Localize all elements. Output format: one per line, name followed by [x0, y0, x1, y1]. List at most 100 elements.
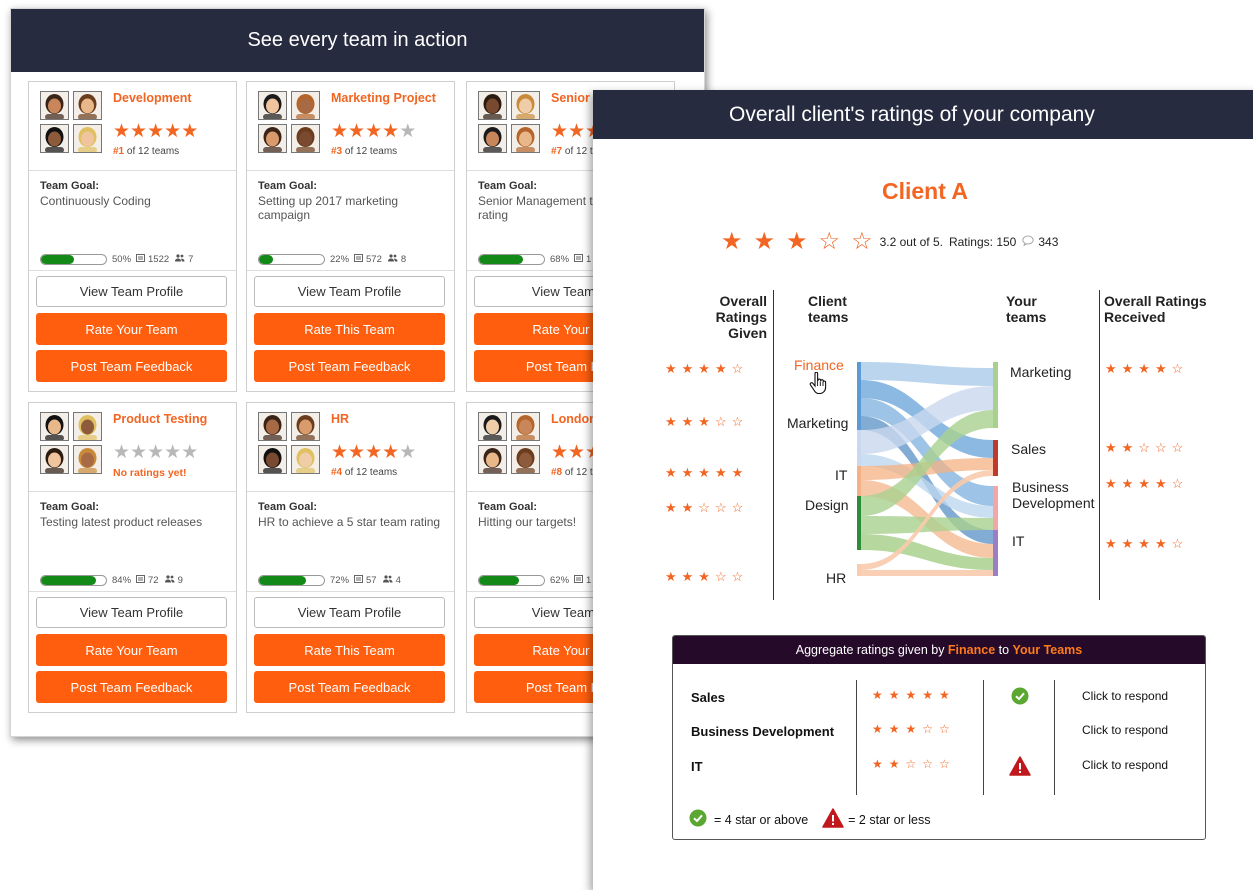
- star-icon: ★: [382, 121, 400, 142]
- star-icon: ★: [348, 121, 366, 142]
- client-team-marketing[interactable]: Marketing: [787, 415, 848, 431]
- star-empty-icon: ★: [164, 442, 182, 463]
- progress-percent: 50%: [112, 254, 132, 265]
- check-circle-icon: [689, 809, 707, 830]
- node-your-bizdev: [993, 486, 998, 530]
- aggregate-row: Business Development ★★★☆☆ Click to resp…: [673, 722, 1205, 752]
- aggregate-header: Aggregate ratings given by Finance to Yo…: [673, 636, 1205, 664]
- divider-line: [29, 270, 236, 271]
- col-header-client-teams: Client teams: [808, 293, 849, 325]
- node-your-it: [993, 530, 998, 576]
- progress-bar: [258, 254, 325, 265]
- your-team-marketing[interactable]: Marketing: [1010, 364, 1071, 380]
- legend-warning-text: = 2 star or less: [848, 812, 931, 827]
- view-team-profile-button[interactable]: View Team Profile: [254, 276, 445, 307]
- progress-percent: 72%: [330, 575, 350, 586]
- team-progress: 72% 57 4: [258, 575, 401, 586]
- star-icon: ★: [721, 228, 754, 255]
- post-team-feedback-button[interactable]: Post Team Feedback: [36, 671, 227, 703]
- team-name[interactable]: Development: [113, 91, 233, 105]
- team-name[interactable]: HR: [331, 412, 451, 426]
- view-team-profile-button[interactable]: View Team Profile: [36, 276, 227, 307]
- members-icon: [387, 254, 398, 265]
- member-avatar: [40, 91, 69, 120]
- team-avatars: [478, 412, 542, 476]
- star-icon: ★: [382, 442, 400, 463]
- your-team-sales[interactable]: Sales: [1011, 441, 1046, 457]
- given-stars-finance: ★★★★☆: [665, 361, 749, 376]
- aggregate-team-name: Sales: [691, 690, 725, 705]
- warning-icon: [822, 808, 844, 831]
- click-to-respond-link[interactable]: Click to respond: [1082, 758, 1168, 772]
- member-avatar: [73, 124, 102, 153]
- aggregate-row: IT ★★☆☆☆ Click to respond: [673, 756, 1205, 787]
- team-goal-text: Testing latest product releases: [40, 515, 203, 529]
- aggregate-team-name: Business Development: [691, 724, 835, 739]
- post-team-feedback-button[interactable]: Post Team Feedback: [36, 350, 227, 382]
- client-name: Client A: [881, 178, 969, 204]
- member-avatar: [511, 412, 540, 441]
- client-team-design[interactable]: Design: [805, 497, 849, 513]
- team-rank: #4 of 12 teams: [331, 467, 398, 478]
- post-team-feedback-button[interactable]: Post Team Feedback: [254, 350, 445, 382]
- star-empty-icon: ★: [399, 121, 417, 142]
- star-empty-icon: ★: [147, 442, 165, 463]
- progress-percent: 68%: [550, 254, 570, 265]
- star-icon: ★: [365, 442, 383, 463]
- client-team-finance[interactable]: Finance: [794, 357, 844, 373]
- click-to-respond-link[interactable]: Click to respond: [1082, 723, 1168, 737]
- star-empty-icon: ★: [113, 442, 131, 463]
- team-name[interactable]: Product Testing: [113, 412, 233, 426]
- star-icon: ★: [348, 442, 366, 463]
- team-avatars: [478, 91, 542, 155]
- team-rank: #1 of 12 teams: [113, 146, 180, 157]
- team-goal-label: Team Goal:: [258, 501, 318, 513]
- divider-line: [247, 591, 454, 592]
- rate-team-button[interactable]: Rate Your Team: [36, 313, 227, 345]
- node-hr: [857, 564, 861, 576]
- star-icon: ★: [147, 121, 165, 142]
- view-team-profile-button[interactable]: View Team Profile: [36, 597, 227, 628]
- client-team-it[interactable]: IT: [835, 467, 847, 483]
- member-avatar: [258, 412, 287, 441]
- member-avatar: [73, 91, 102, 120]
- rate-team-button[interactable]: Rate This Team: [254, 634, 445, 666]
- divider-line: [29, 591, 236, 592]
- client-ratings-window: Overall client's ratings of your company…: [593, 90, 1253, 890]
- progress-percent: 22%: [330, 254, 350, 265]
- click-to-respond-link[interactable]: Click to respond: [1082, 689, 1168, 703]
- post-team-feedback-button[interactable]: Post Team Feedback: [254, 671, 445, 703]
- received-stars-marketing: ★★★★☆: [1105, 361, 1189, 376]
- team-avatars: [40, 412, 104, 476]
- star-icon: ★: [568, 442, 586, 463]
- star-icon: ★: [786, 228, 819, 255]
- team-goal-text: Continuously Coding: [40, 194, 151, 208]
- team-card: Marketing Project ★★★★★ #3 of 12 teams Team…: [246, 81, 455, 392]
- team-card: Development ★★★★★ #1 of 12 teams Team Goal:…: [28, 81, 237, 392]
- ratings-count: Ratings: 150: [948, 234, 1017, 249]
- check-circle-icon: [1011, 687, 1029, 710]
- team-name[interactable]: Marketing Project: [331, 91, 451, 105]
- client-team-hr[interactable]: HR: [826, 570, 846, 586]
- star-icon: ★: [130, 121, 148, 142]
- aggregate-stars: ★★★★★: [872, 688, 956, 702]
- star-outline-icon: ☆: [818, 228, 852, 255]
- view-team-profile-button[interactable]: View Team Profile: [254, 597, 445, 628]
- team-goal-label: Team Goal:: [478, 180, 538, 192]
- given-stars-hr: ★★★☆☆: [665, 569, 749, 584]
- rate-team-button[interactable]: Rate This Team: [254, 313, 445, 345]
- team-card: HR ★★★★★ #4 of 12 teams Team Goal: HR to ach…: [246, 402, 455, 713]
- divider-line: [29, 491, 236, 492]
- star-icon: ★: [113, 121, 131, 142]
- your-team-it[interactable]: IT: [1012, 533, 1024, 549]
- star-icon: ★: [331, 442, 349, 463]
- your-team-business-development[interactable]: Business Development: [1012, 479, 1095, 511]
- rate-team-button[interactable]: Rate Your Team: [36, 634, 227, 666]
- team-goal-label: Team Goal:: [258, 180, 318, 192]
- member-avatar: [73, 445, 102, 474]
- team-avatars: [258, 91, 322, 155]
- received-stars-it: ★★★★☆: [1105, 536, 1189, 551]
- client-ratings-header: Overall client's ratings of your company: [593, 90, 1253, 139]
- posts-icon: [574, 575, 584, 586]
- aggregate-stars: ★★☆☆☆: [872, 757, 956, 771]
